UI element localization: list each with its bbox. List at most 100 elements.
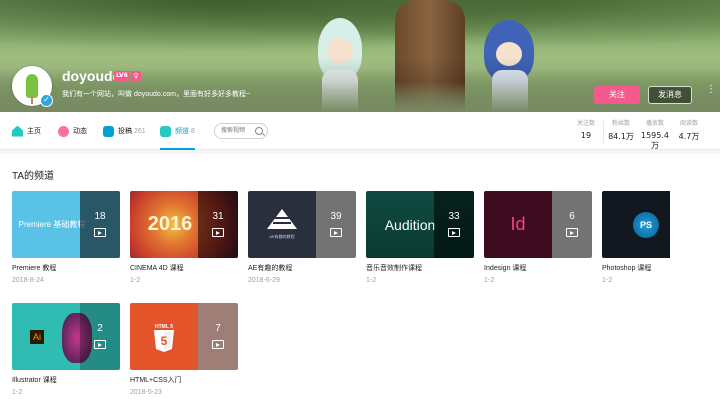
channel-card[interactable]: HTML 5 5 7 HTML+CSS入门 2018-5-23: [130, 303, 238, 396]
channel-date: 2018-5-23: [130, 389, 162, 396]
html-label: HTML 5: [155, 324, 173, 330]
space-page: ✓ doyoudo LV6 ♀ 我们有一个网站，叫做 doyoudo.com，里…: [0, 0, 720, 416]
stat-fans[interactable]: 粉丝数 84.1万: [604, 118, 638, 151]
playlist-icon: [94, 228, 106, 237]
svg-text:5: 5: [161, 334, 168, 348]
channel-video-count: 18: [94, 211, 106, 222]
channel-art-text: Audition: [384, 216, 436, 233]
channel-video-count: 31: [212, 211, 224, 222]
playlist-icon: [566, 228, 578, 237]
stat-following[interactable]: 关注数 19: [569, 118, 603, 151]
channel-video-count: 2: [97, 323, 103, 334]
channel-date: 1-2: [484, 277, 495, 284]
channel-video-count: 33: [448, 211, 460, 222]
channel-card[interactable]: Premiere 基础教程 18 Premiere 教程 2018-8-24: [12, 191, 120, 284]
stat-label: 阅读数: [679, 120, 698, 127]
flower-icon: [58, 125, 69, 137]
follow-button[interactable]: 关注: [594, 86, 640, 104]
tab-dynamic-label: 动态: [73, 128, 87, 135]
user-signature: 我们有一个网站，叫做 doyoudo.com，里面有好多好多教程~: [62, 91, 251, 98]
search-input[interactable]: [221, 126, 255, 136]
channel-count-box: 39: [316, 191, 356, 258]
channel-cover[interactable]: Id 6: [484, 191, 592, 258]
channel-count-box: 31: [198, 191, 238, 258]
playlist-icon: [212, 228, 224, 237]
channel-name[interactable]: Illustrator 课程: [12, 375, 120, 385]
channel-cover[interactable]: Ai 2: [12, 303, 120, 370]
channel-name[interactable]: AE有趣的教程: [248, 263, 356, 273]
channel-cover[interactable]: 2016 31: [130, 191, 238, 258]
tab-home-label: 主页: [27, 128, 41, 135]
channel-art-text: Premiere 基础教程: [18, 220, 86, 229]
channel-card[interactable]: AE有趣的教程 39 AE有趣的教程 2018-6-29: [248, 191, 356, 284]
channel-count-box: 2: [80, 303, 120, 370]
channel-art-text: PS: [639, 219, 652, 230]
playlist-icon: [684, 228, 696, 237]
channel-card[interactable]: Audition 33 音乐音效制作课程 1-2: [366, 191, 474, 284]
channel-name[interactable]: HTML+CSS入门: [130, 375, 238, 385]
tab-home[interactable]: 主页: [12, 112, 41, 150]
channel-video-count: 50: [684, 211, 696, 222]
tab-channels[interactable]: 频道 8: [160, 112, 195, 150]
video-search: [214, 123, 268, 139]
channel-art: PS: [602, 191, 670, 258]
home-icon: [12, 125, 23, 137]
verified-icon: ✓: [40, 94, 53, 107]
stat-label: 粉丝数: [611, 120, 630, 127]
channel-count-box: 33: [434, 191, 474, 258]
username: doyoudo: [62, 68, 122, 84]
channel-card[interactable]: PS 50 Photoshop 课程 1-2: [602, 191, 710, 284]
channel-count-box: 7: [198, 303, 238, 370]
playlist-icon: [448, 228, 460, 237]
stat-reads: 阅读数 4.7万: [672, 118, 706, 151]
channel-name[interactable]: Indesign 课程: [484, 263, 592, 273]
tab-uploads-count: 261: [134, 127, 146, 135]
tab-channels-label: 频道: [175, 128, 189, 135]
channel-date: 1-2: [130, 277, 141, 284]
stat-plays: 播放数 1595.4万: [638, 118, 672, 151]
tab-uploads[interactable]: 投稿 261: [103, 112, 146, 150]
channel-cover[interactable]: Audition 33: [366, 191, 474, 258]
stat-value: 1595.4万: [641, 131, 669, 150]
channel-name[interactable]: CINEMA 4D 课程: [130, 263, 238, 273]
channel-count-box: 50: [670, 191, 710, 258]
channel-card[interactable]: 2016 31 CINEMA 4D 课程 1-2: [130, 191, 238, 284]
playlist-icon: [94, 340, 106, 349]
channel-count-box: 6: [552, 191, 592, 258]
ae-logo-icon: [267, 209, 297, 229]
channel-name[interactable]: 音乐音效制作课程: [366, 263, 474, 273]
tab-uploads-label: 投稿: [118, 128, 132, 135]
stat-label: 关注数: [576, 120, 595, 127]
tab-dynamic[interactable]: 动态: [58, 112, 87, 150]
channel-art-text: Id: [510, 214, 526, 234]
channel-name[interactable]: Photoshop 课程: [602, 263, 710, 273]
channel-video-count: 7: [215, 323, 221, 334]
channel-cover[interactable]: HTML 5 5 7: [130, 303, 238, 370]
send-message-button[interactable]: 发消息: [648, 86, 692, 104]
popsicle-logo-icon: [26, 74, 38, 104]
channel-count-box: 18: [80, 191, 120, 258]
gender-badge: ♀: [131, 71, 141, 81]
channel-date: 2018-8-24: [12, 277, 44, 284]
channel-name[interactable]: Premiere 教程: [12, 263, 120, 273]
space-nav: 主页 动态 投稿 261 频道 8 关注数 19 粉丝数: [0, 112, 720, 150]
channel-cover[interactable]: PS 50: [602, 191, 710, 258]
channel-art: Id: [484, 191, 552, 258]
channel-art-text: AE有趣的教程: [269, 234, 295, 239]
channel-cover[interactable]: AE有趣的教程 39: [248, 191, 356, 258]
channel-date: 1-2: [602, 277, 613, 284]
more-options-icon[interactable]: ⋮: [706, 85, 716, 102]
channel-date: 1-2: [12, 389, 23, 396]
stat-value: 19: [580, 131, 592, 140]
ps-logo-icon: PS: [633, 211, 659, 238]
channels-panel: TA的频道 Premiere 基础教程 18 Premiere 教程 2018-…: [0, 154, 720, 416]
section-title: TA的频道: [12, 171, 55, 182]
channel-card[interactable]: Id 6 Indesign 课程 1-2: [484, 191, 592, 284]
stat-value: 84.1万: [608, 132, 634, 141]
channel-cover[interactable]: Premiere 基础教程 18: [12, 191, 120, 258]
stat-label: 播放数: [645, 120, 664, 127]
channel-card[interactable]: Ai 2 Illustrator 课程 1-2: [12, 303, 120, 396]
search-icon[interactable]: [255, 127, 263, 135]
user-stats: 关注数 19 粉丝数 84.1万 播放数 1595.4万 阅读数 4.7万: [569, 118, 706, 151]
playlist-icon: [330, 228, 342, 237]
